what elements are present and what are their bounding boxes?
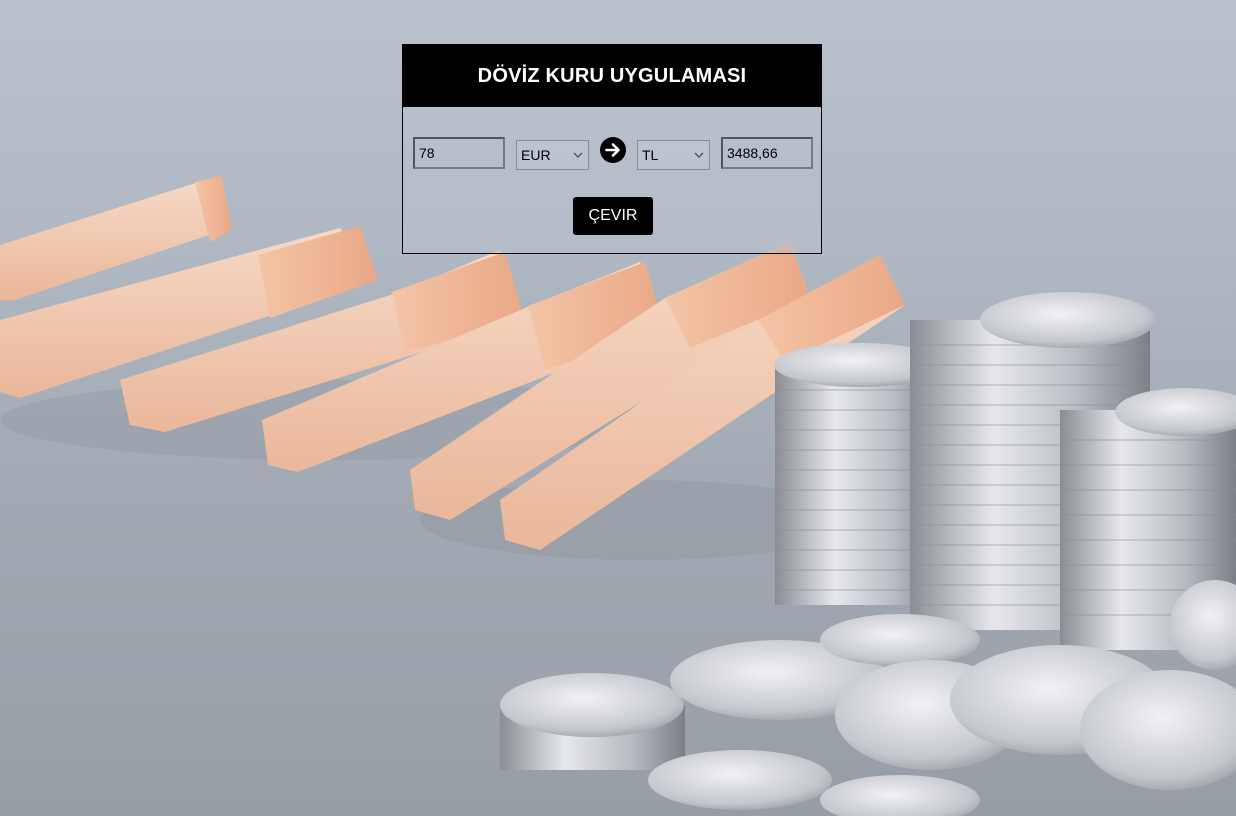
to-currency-value: TL: [642, 147, 659, 163]
convert-button[interactable]: ÇEVIR: [573, 197, 653, 235]
from-currency-value: EUR: [521, 147, 551, 163]
app-background: DÖVİZ KURU UYGULAMASI 78 EUR TL 3488,66 …: [0, 0, 1236, 816]
to-currency-select[interactable]: TL: [637, 140, 710, 170]
converter-panel: DÖVİZ KURU UYGULAMASI 78 EUR TL 3488,66 …: [402, 44, 822, 254]
app-title: DÖVİZ KURU UYGULAMASI: [403, 45, 821, 107]
arrow-right-circle-icon[interactable]: [600, 137, 626, 163]
result-field[interactable]: 3488,66: [721, 137, 813, 169]
converter-row: 78 EUR TL 3488,66: [403, 137, 821, 171]
from-currency-select[interactable]: EUR: [516, 140, 589, 170]
amount-input[interactable]: 78: [413, 137, 505, 169]
chevron-down-icon: [573, 152, 583, 158]
chevron-down-icon: [694, 152, 704, 158]
